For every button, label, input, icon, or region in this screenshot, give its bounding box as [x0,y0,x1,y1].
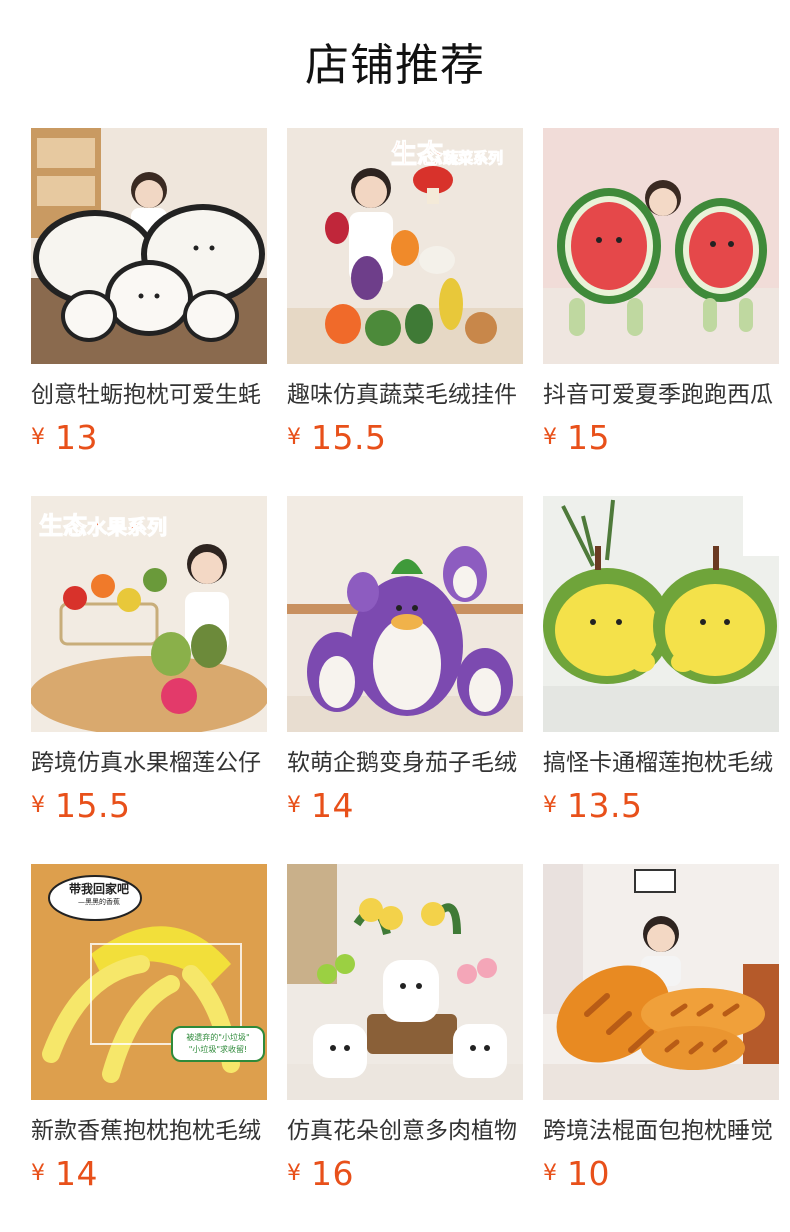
currency-symbol: ¥ [287,793,301,818]
product-card[interactable]: 带我回家吧 —黑黑的香蕉 被遗弃的"小垃圾" "小垃圾"求收留! 新款香蕉抱枕抱… [31,864,267,1204]
currency-symbol: ¥ [543,793,557,818]
price-amount: 13 [55,418,98,457]
product-price: ¥14 [31,1154,98,1194]
oyster-plush-image[interactable] [31,128,267,364]
currency-symbol: ¥ [543,1161,557,1186]
product-name[interactable]: 创意牡蛎抱枕可爱生蚝 [31,378,267,412]
price-amount: 16 [311,1154,354,1193]
product-card[interactable]: 搞怪卡通榴莲抱枕毛绒 ¥13.5 [543,496,779,836]
product-card[interactable]: 软萌企鹅变身茄子毛绒 ¥14 [287,496,523,836]
product-name[interactable]: 新款香蕉抱枕抱枕毛绒 [31,1114,267,1148]
product-price: ¥14 [287,786,354,826]
baguette-plush-image[interactable] [543,864,779,1100]
currency-symbol: ¥ [287,425,301,450]
price-amount: 10 [567,1154,610,1193]
price-amount: 15.5 [311,418,387,457]
currency-symbol: ¥ [543,425,557,450]
page-title: 店铺推荐 [305,40,485,91]
currency-symbol: ¥ [31,793,45,818]
product-name[interactable]: 搞怪卡通榴莲抱枕毛绒 [543,746,779,780]
eggplant-penguin-plush-image[interactable] [287,496,523,732]
product-name[interactable]: 仿真花朵创意多肉植物 [287,1114,523,1148]
durian-plush-image[interactable] [543,496,779,732]
price-amount: 14 [55,1154,98,1193]
speech-bubble: 带我回家吧 —黑黑的香蕉 [68,882,129,906]
product-price: ¥10 [543,1154,610,1194]
rescue-sign: 被遗弃的"小垃圾" "小垃圾"求收留! [171,1026,265,1062]
product-price: ¥15.5 [31,786,130,826]
product-price: ¥13 [31,418,98,458]
product-card[interactable]: 生态水果系列 跨境仿真水果榴莲公仔 ¥15.5 [31,496,267,836]
product-card[interactable]: 生态蔬菜系列 趣味仿真蔬菜毛绒挂件 ¥15.5 [287,128,523,468]
currency-symbol: ¥ [31,1161,45,1186]
product-name[interactable]: 抖音可爱夏季跑跑西瓜 [543,378,779,412]
product-card[interactable]: 创意牡蛎抱枕可爱生蚝 ¥13 [31,128,267,468]
price-amount: 15.5 [55,786,131,825]
product-price: ¥15.5 [287,418,386,458]
product-price: ¥15 [543,418,610,458]
flower-pot-plush-image[interactable] [287,864,523,1100]
watermelon-plush-image[interactable] [543,128,779,364]
series-badge: 生态蔬菜系列 [390,140,504,171]
product-card[interactable]: 抖音可爱夏季跑跑西瓜 ¥15 [543,128,779,468]
vegetable-plush-image[interactable]: 生态蔬菜系列 [287,128,523,364]
price-amount: 13.5 [567,786,643,825]
product-price: ¥16 [287,1154,354,1194]
product-card[interactable]: 跨境法棍面包抱枕睡觉 ¥10 [543,864,779,1204]
banana-plush-image[interactable]: 带我回家吧 —黑黑的香蕉 被遗弃的"小垃圾" "小垃圾"求收留! [31,864,267,1100]
product-name[interactable]: 趣味仿真蔬菜毛绒挂件 [287,378,523,412]
price-amount: 15 [567,418,610,457]
price-amount: 14 [311,786,354,825]
product-price: ¥13.5 [543,786,642,826]
fruit-plush-image[interactable]: 生态水果系列 [31,496,267,732]
product-name[interactable]: 跨境仿真水果榴莲公仔 [31,746,267,780]
product-name[interactable]: 软萌企鹅变身茄子毛绒 [287,746,523,780]
product-card[interactable]: 仿真花朵创意多肉植物 ¥16 [287,864,523,1204]
currency-symbol: ¥ [287,1161,301,1186]
currency-symbol: ¥ [31,425,45,450]
product-name[interactable]: 跨境法棍面包抱枕睡觉 [543,1114,779,1148]
series-badge: 生态水果系列 [39,512,168,541]
